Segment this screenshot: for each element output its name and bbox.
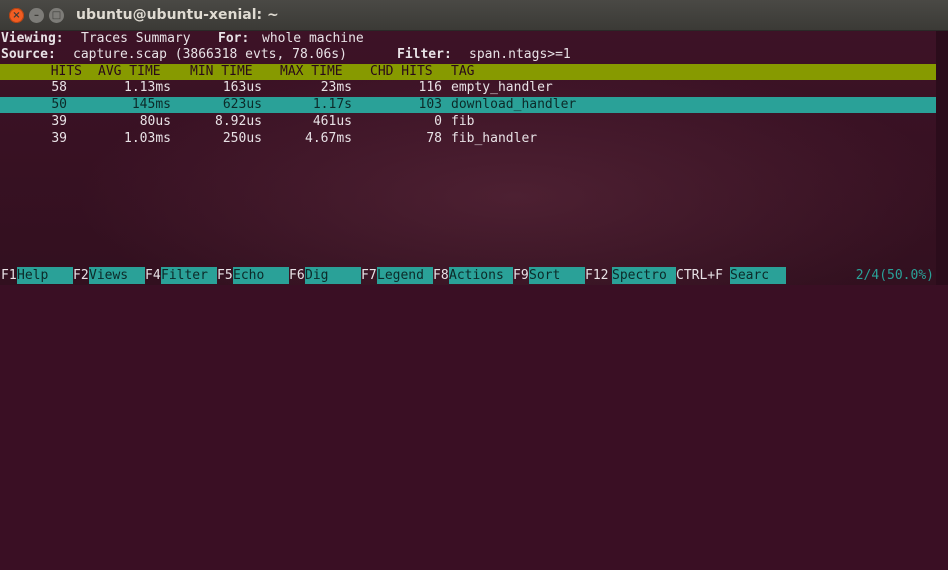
fkey-search-button[interactable]: Searc xyxy=(730,267,786,284)
table-header[interactable]: HITS AVG TIME MIN TIME MAX TIME CHD HITS… xyxy=(0,64,936,80)
cell-chd-hits: 103 xyxy=(418,97,442,112)
fkey-f6[interactable]: F6 xyxy=(289,267,305,284)
cell-max-time: 4.67ms xyxy=(305,131,352,146)
cell-avg-time: 1.13ms xyxy=(124,80,171,95)
fkey-f7[interactable]: F7 xyxy=(361,267,377,284)
function-key-bar: F1 Help F2 Views F4 Filter F5 Echo F6 Di… xyxy=(0,267,936,284)
viewing-label: Viewing: xyxy=(1,31,64,46)
col-header-min-time[interactable]: MIN TIME xyxy=(190,64,253,80)
terminal-area[interactable]: Viewing: Traces Summary For: whole machi… xyxy=(0,31,936,285)
cell-tag: fib xyxy=(451,114,475,129)
cell-min-time: 8.92us xyxy=(215,114,262,129)
source-line: Source: capture.scap (3866318 evts, 78.0… xyxy=(0,47,936,63)
cell-avg-time: 80us xyxy=(139,114,171,129)
fkey-f2[interactable]: F2 xyxy=(73,267,89,284)
fkey-actions-button[interactable]: Actions xyxy=(449,267,513,284)
cell-max-time: 1.17s xyxy=(312,97,352,112)
cell-chd-hits: 0 xyxy=(434,114,442,129)
cell-hits: 50 xyxy=(51,97,67,112)
cell-min-time: 250us xyxy=(222,131,262,146)
cell-min-time: 623us xyxy=(222,97,262,112)
fkey-legend-button[interactable]: Legend xyxy=(377,267,433,284)
fkey-f12[interactable]: F12 xyxy=(585,267,608,284)
fkey-f8[interactable]: F8 xyxy=(433,267,449,284)
cell-hits: 58 xyxy=(51,80,67,95)
cell-avg-time: 1.03ms xyxy=(124,131,171,146)
fkey-ctrl-f[interactable]: CTRL+F xyxy=(676,267,723,284)
table-row[interactable]: 39 80us 8.92us 461us 0 fib xyxy=(0,114,936,130)
cell-avg-time: 145ms xyxy=(131,97,171,112)
col-header-avg-time[interactable]: AVG TIME xyxy=(98,64,161,80)
fkey-views-button[interactable]: Views xyxy=(89,267,145,284)
cell-hits: 39 xyxy=(51,114,67,129)
window-title: ubuntu@ubuntu-xenial: ~ xyxy=(76,7,279,23)
col-header-tag[interactable]: TAG xyxy=(451,64,474,80)
cell-tag: fib_handler xyxy=(451,131,538,146)
cell-hits: 39 xyxy=(51,131,67,146)
fkey-f4[interactable]: F4 xyxy=(145,267,161,284)
col-header-hits[interactable]: HITS xyxy=(51,64,82,80)
cell-max-time: 23ms xyxy=(320,80,352,95)
col-header-chd-hits[interactable]: CHD HITS xyxy=(370,64,433,80)
fkey-echo-button[interactable]: Echo xyxy=(233,267,289,284)
fkey-help-button[interactable]: Help xyxy=(17,267,73,284)
cell-chd-hits: 116 xyxy=(418,80,442,95)
viewing-value: Traces Summary xyxy=(81,31,191,46)
source-value: capture.scap (3866318 evts, 78.06s) xyxy=(73,47,347,62)
scrollbar[interactable] xyxy=(936,31,948,285)
col-header-max-time[interactable]: MAX TIME xyxy=(280,64,343,80)
cell-tag: empty_handler xyxy=(451,80,553,95)
for-value: whole machine xyxy=(262,31,364,46)
fkey-f1[interactable]: F1 xyxy=(1,267,17,284)
fkey-sort-button[interactable]: Sort xyxy=(529,267,585,284)
window-titlebar[interactable]: × – □ ubuntu@ubuntu-xenial: ~ xyxy=(0,0,948,31)
maximize-icon[interactable]: □ xyxy=(49,8,64,23)
cell-chd-hits: 78 xyxy=(426,131,442,146)
fkey-filter-button[interactable]: Filter xyxy=(161,267,217,284)
fkey-spectro-button[interactable]: Spectro xyxy=(612,267,676,284)
fkey-dig-button[interactable]: Dig xyxy=(305,267,361,284)
minimize-icon[interactable]: – xyxy=(29,8,44,23)
fkey-f5[interactable]: F5 xyxy=(217,267,233,284)
fkey-f9[interactable]: F9 xyxy=(513,267,529,284)
table-row[interactable]: 58 1.13ms 163us 23ms 116 empty_handler xyxy=(0,80,936,96)
viewing-line: Viewing: Traces Summary For: whole machi… xyxy=(0,31,936,47)
filter-label: Filter: xyxy=(397,47,452,62)
cell-min-time: 163us xyxy=(222,80,262,95)
close-icon[interactable]: × xyxy=(9,8,24,23)
source-label: Source: xyxy=(1,47,56,62)
position-status: 2/4(50.0%) xyxy=(855,268,934,283)
cell-max-time: 461us xyxy=(312,114,352,129)
for-label: For: xyxy=(218,31,250,46)
table-row[interactable]: 39 1.03ms 250us 4.67ms 78 fib_handler xyxy=(0,131,936,147)
cell-tag: download_handler xyxy=(451,97,577,112)
table-row-selected[interactable]: 50 145ms 623us 1.17s 103 download_handle… xyxy=(0,97,936,113)
filter-value: span.ntags>=1 xyxy=(469,47,571,62)
